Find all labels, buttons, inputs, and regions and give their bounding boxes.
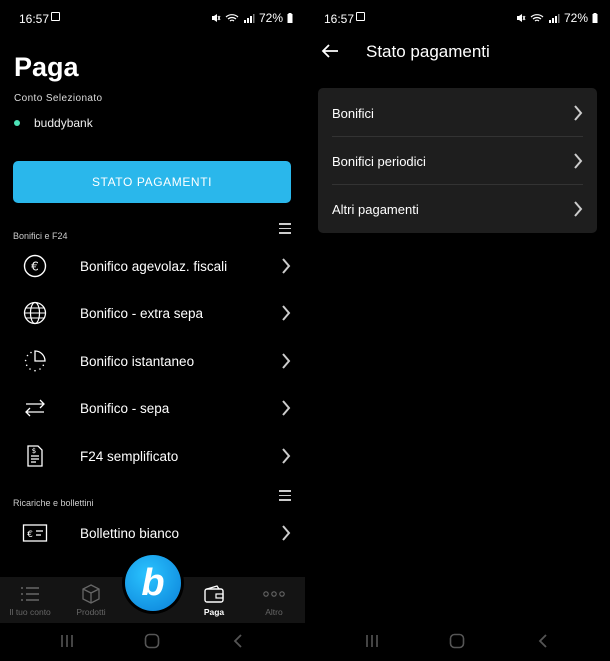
status-indicators: 72% <box>211 11 293 25</box>
chevron-right-icon <box>282 525 291 541</box>
list-item-label: Bonifico - extra sepa <box>80 305 204 321</box>
list-item-label: Bollettino bianco <box>80 525 180 541</box>
home-icon[interactable] <box>449 633 465 649</box>
paga-screen: 16:57 72% Paga Conto Selezionato buddyba… <box>0 0 305 661</box>
menu-icon[interactable] <box>279 490 291 504</box>
status-bar: 16:57 72% <box>0 0 305 36</box>
battery-icon <box>287 13 293 23</box>
chevron-right-icon <box>282 400 291 416</box>
list-item-bonifico-agevolaz[interactable]: € Bonifico agevolaz. fiscali <box>0 245 305 287</box>
page-title: Paga <box>14 52 79 82</box>
app-header: Stato pagamenti <box>305 36 610 70</box>
wallet-icon <box>184 583 244 605</box>
recent-apps-icon[interactable] <box>364 633 380 649</box>
recent-apps-icon[interactable] <box>59 633 75 649</box>
list-item-bonifico-extra-sepa[interactable]: Bonifico - extra sepa <box>0 292 305 334</box>
section-ricariche-bollettini: Ricariche e bollettini <box>13 498 94 508</box>
chevron-right-icon <box>282 448 291 464</box>
status-time: 16:57 <box>324 12 355 26</box>
status-bar: 16:57 72% <box>305 0 610 36</box>
tab-label: Paga <box>203 607 225 617</box>
wifi-icon <box>225 14 239 22</box>
menu-item-bonifici[interactable]: Bonifici <box>318 89 597 137</box>
battery-percent: 72% <box>258 11 283 25</box>
chevron-right-icon <box>574 153 583 169</box>
tab-prodotti[interactable]: Prodotti <box>61 577 121 623</box>
list-item-label: Bonifico - sepa <box>80 400 170 416</box>
tab-paga[interactable]: Paga <box>184 577 244 623</box>
selected-account[interactable]: buddybank <box>14 116 93 130</box>
wifi-icon <box>530 14 544 22</box>
stato-pagamenti-button[interactable]: STATO PAGAMENTI <box>13 161 291 203</box>
chevron-right-icon <box>282 305 291 321</box>
list-item-bonifico-sepa[interactable]: Bonifico - sepa <box>0 387 305 429</box>
mute-icon <box>211 14 221 22</box>
menu-item-label: Bonifici <box>332 105 374 121</box>
list-item-label: Bonifico agevolaz. fiscali <box>80 258 228 274</box>
tab-altro[interactable]: Altro <box>244 577 304 623</box>
back-nav-icon[interactable] <box>232 633 244 649</box>
status-indicators: 72% <box>516 11 598 25</box>
chevron-right-icon <box>574 201 583 217</box>
signal-icon <box>243 14 255 23</box>
menu-item-altri-pagamenti[interactable]: Altri pagamenti <box>318 185 597 233</box>
list-item-label: F24 semplificato <box>80 448 179 464</box>
box-icon <box>61 583 121 605</box>
menu-item-bonifici-periodici[interactable]: Bonifici periodici <box>318 137 597 185</box>
svg-text:$: $ <box>32 447 36 455</box>
section-bonifici-f24: Bonifici e F24 <box>13 231 68 241</box>
list-icon <box>0 583 60 605</box>
chevron-right-icon <box>574 105 583 121</box>
timer-icon <box>22 348 48 374</box>
more-icon <box>244 583 304 605</box>
globe-icon <box>22 300 48 326</box>
battery-icon <box>592 13 598 23</box>
list-item-label: Bonifico istantaneo <box>80 353 195 369</box>
list-item-bollettino-bianco[interactable]: € Bollettino bianco <box>0 512 305 554</box>
mute-icon <box>516 14 526 22</box>
gallery-notification-icon <box>356 12 365 21</box>
android-nav-bar <box>0 623 305 661</box>
android-nav-bar <box>305 623 610 661</box>
back-nav-icon[interactable] <box>537 633 549 649</box>
bollettino-icon: € <box>22 520 48 546</box>
tab-label: Il tuo conto <box>9 607 51 617</box>
list-item-bonifico-istantaneo[interactable]: Bonifico istantaneo <box>0 340 305 382</box>
svg-text:€: € <box>27 530 33 540</box>
back-arrow-icon[interactable] <box>321 42 339 60</box>
page-title: Stato pagamenti <box>366 42 490 61</box>
tab-il-tuo-conto[interactable]: Il tuo conto <box>0 577 60 623</box>
document-icon: $ <box>22 443 48 469</box>
euro-circle-icon: € <box>22 253 48 279</box>
home-icon[interactable] <box>144 633 160 649</box>
battery-percent: 72% <box>563 11 588 25</box>
menu-icon[interactable] <box>279 223 291 237</box>
transfer-arrows-icon <box>22 395 48 421</box>
chevron-right-icon <box>282 353 291 369</box>
chevron-right-icon <box>282 258 291 274</box>
tab-label: Prodotti <box>76 607 106 617</box>
payments-menu-card: Bonifici Bonifici periodici Altri pagame… <box>318 88 597 233</box>
gallery-notification-icon <box>51 12 60 21</box>
menu-item-label: Bonifici periodici <box>332 153 426 169</box>
status-time: 16:57 <box>19 12 50 26</box>
signal-icon <box>548 14 560 23</box>
tab-label: Altro <box>265 607 283 617</box>
selected-account-label: Conto Selezionato <box>14 93 103 104</box>
list-item-f24-semplificato[interactable]: $ F24 semplificato <box>0 435 305 477</box>
account-name: buddybank <box>34 116 93 130</box>
account-status-dot <box>14 120 20 126</box>
buddybank-logo-button[interactable]: b <box>125 555 181 611</box>
stato-pagamenti-screen: 16:57 72% Stato pagamenti Bonifici Bonif… <box>305 0 610 661</box>
svg-text:€: € <box>31 260 39 274</box>
menu-item-label: Altri pagamenti <box>332 201 419 217</box>
